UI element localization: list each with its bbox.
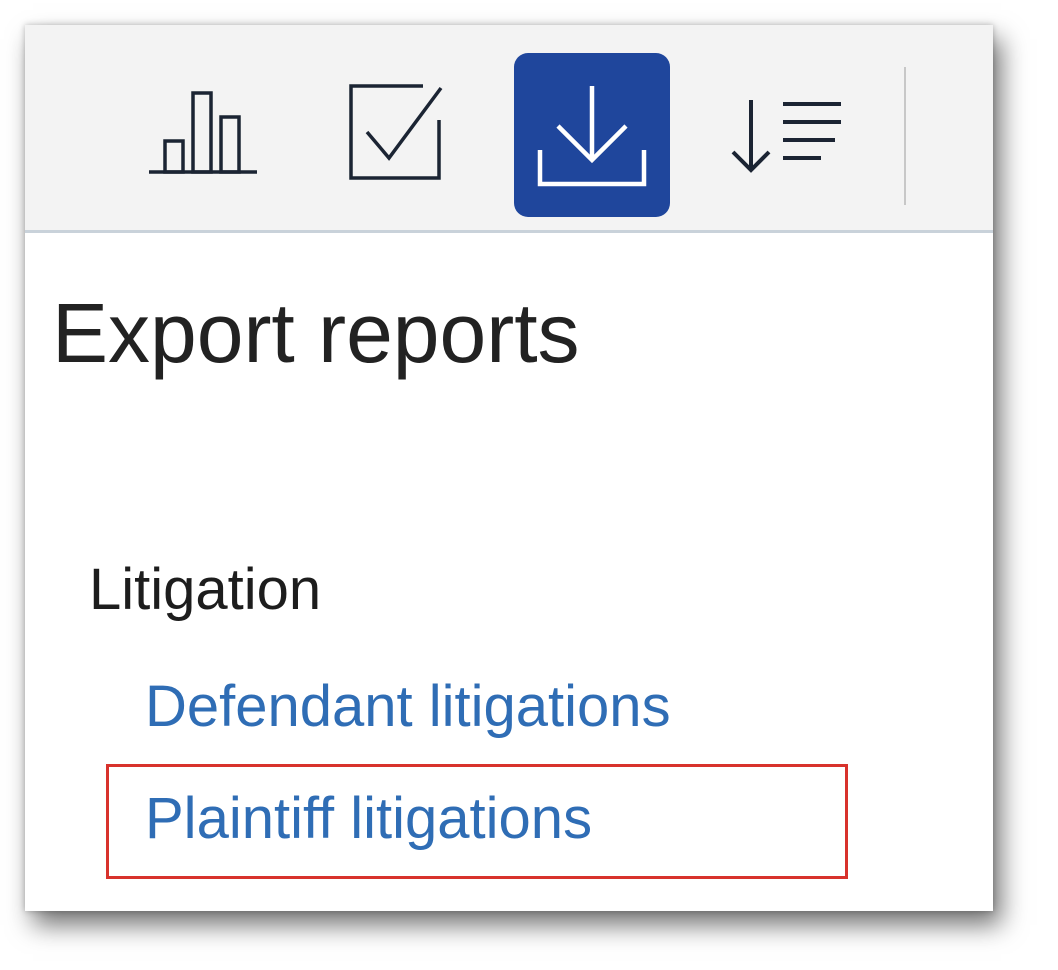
- page-title: Export reports: [52, 286, 580, 380]
- toolbar-divider: [904, 67, 906, 205]
- main-content: Export reports Litigation Defendant liti…: [25, 233, 993, 911]
- bar-chart-icon: [143, 85, 263, 185]
- toolbar: [25, 25, 993, 233]
- export-button[interactable]: [514, 53, 670, 217]
- plaintiff-litigations-link[interactable]: Plaintiff litigations: [145, 790, 592, 848]
- select-button[interactable]: [320, 53, 476, 217]
- sort-descending-list-icon: [727, 90, 847, 180]
- export-panel: Export reports Litigation Defendant liti…: [25, 25, 993, 911]
- defendant-litigations-link[interactable]: Defendant litigations: [145, 678, 671, 736]
- sort-button[interactable]: [709, 53, 865, 217]
- section-heading-litigation: Litigation: [89, 557, 322, 622]
- download-icon: [532, 80, 652, 190]
- charts-button[interactable]: [125, 53, 281, 217]
- checkbox-checked-icon: [343, 80, 453, 190]
